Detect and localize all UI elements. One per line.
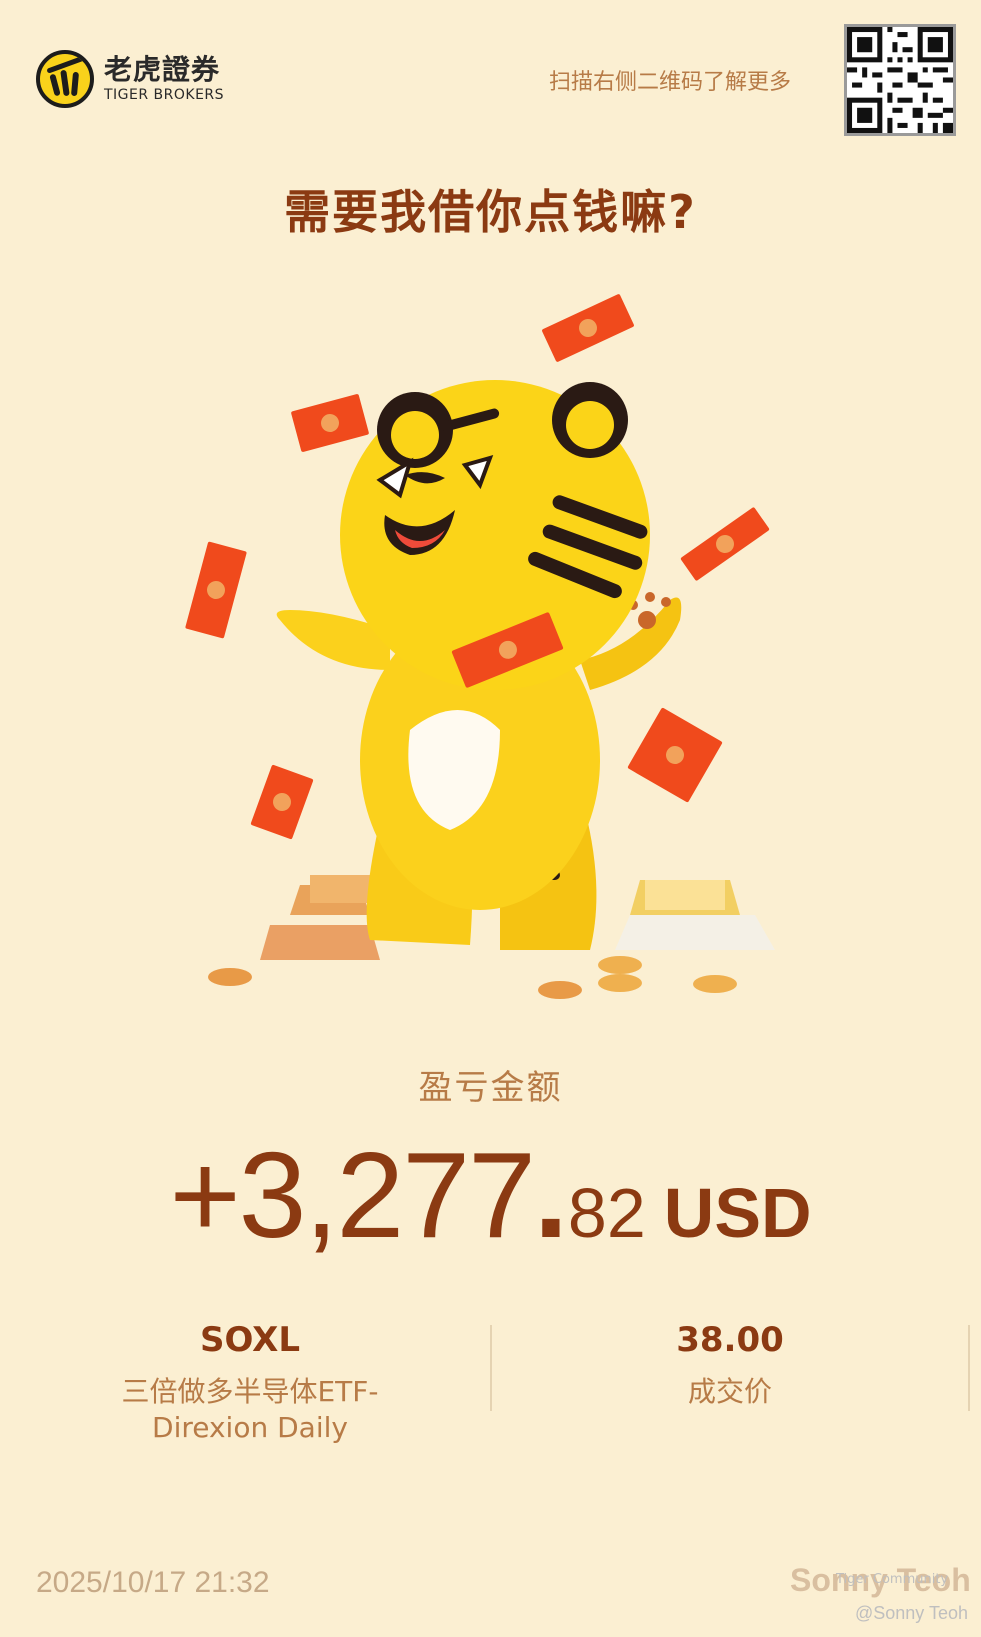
- brand-logo: 老虎證券 TIGER BROKERS: [36, 50, 224, 108]
- price-block: 38.00 成交价: [550, 1320, 910, 1410]
- gold-bars-left: [260, 875, 380, 960]
- brand-name-en: TIGER BROKERS: [104, 87, 225, 103]
- pnl-decimal-point: .: [533, 1127, 568, 1263]
- trade-price: 38.00: [676, 1320, 784, 1360]
- page-title: 需要我借你点钱嘛?: [284, 185, 697, 239]
- pnl-currency: USD: [663, 1174, 812, 1252]
- ticker-block: SOXL 三倍做多半导体ETF- Direxion Daily: [70, 1320, 430, 1446]
- column-divider-edge: [968, 1325, 970, 1411]
- pnl-fraction: 82: [567, 1174, 646, 1252]
- watermark-community: Tiger Community: [836, 1572, 949, 1587]
- security-name-line1: 三倍做多半导体ETF-: [121, 1375, 379, 1408]
- tiger-logo-icon: [36, 50, 94, 108]
- column-divider: [490, 1325, 492, 1411]
- security-name-line2: Direxion Daily: [152, 1411, 348, 1444]
- qr-code-icon[interactable]: [844, 24, 956, 136]
- gold-bars-right: [615, 880, 775, 950]
- scan-hint-text: 扫描右侧二维码了解更多: [548, 70, 791, 95]
- trade-price-label: 成交价: [687, 1375, 772, 1408]
- footer-datetime: 2025/10/17 21:32: [36, 1566, 270, 1599]
- pnl-label: 盈亏金额: [418, 1068, 563, 1108]
- pnl-amount: +3,277.82 USD: [0, 1125, 981, 1265]
- brand-name-cn: 老虎證券: [104, 53, 221, 86]
- ticker-symbol: SOXL: [199, 1320, 301, 1360]
- tiger-mascot-illustration: [185, 290, 800, 1010]
- pnl-integer: +3,277: [169, 1127, 536, 1263]
- watermark-handle: @Sonny Teoh: [855, 1603, 969, 1623]
